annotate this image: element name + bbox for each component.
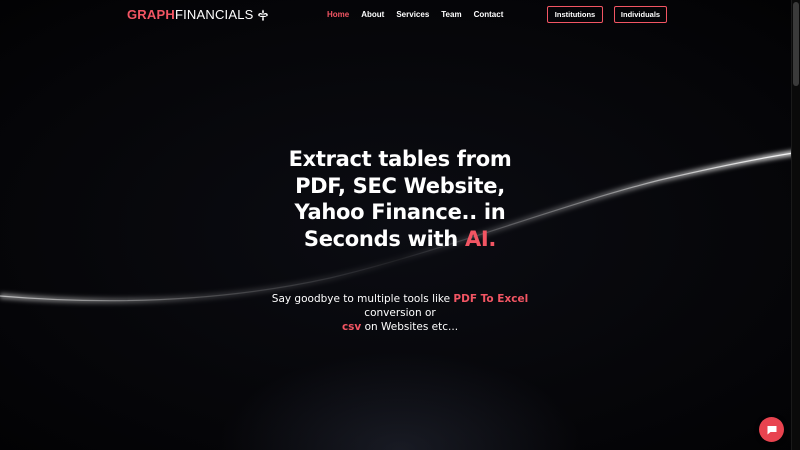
brand-logo[interactable]: GRAPH FINANCIALS: [127, 7, 269, 23]
nav-link-team[interactable]: Team: [441, 10, 461, 20]
hero-subtitle-suffix: on Websites etc...: [361, 321, 459, 333]
individuals-button[interactable]: Individuals: [614, 6, 667, 23]
hero-title-accent: AI.: [464, 226, 497, 251]
main-nav: Home About Services Team Contact: [327, 10, 503, 20]
hero-subtitle-middle: conversion or: [364, 307, 436, 319]
hero-title-line3: Yahoo Finance.. in: [294, 200, 506, 224]
chat-widget-button[interactable]: [759, 417, 784, 442]
fleur-de-lis-icon: [257, 9, 268, 21]
brand-logo-part2: FINANCIALS: [174, 7, 254, 22]
hero-title: Extract tables from PDF, SEC Website, Ya…: [250, 146, 550, 252]
nav-link-home[interactable]: Home: [327, 10, 349, 20]
institutions-button[interactable]: Institutions: [547, 6, 603, 23]
nav-link-about[interactable]: About: [361, 10, 384, 20]
hero-subtitle-highlight-csv: csv: [341, 321, 362, 333]
nav-link-services[interactable]: Services: [396, 10, 429, 20]
chat-bubble-icon: [767, 425, 776, 434]
scrollbar-thumb[interactable]: [793, 2, 799, 86]
hero-subtitle-highlight-pdf-to-excel: PDF To Excel: [453, 293, 529, 305]
hero-title-line1: Extract tables from: [288, 147, 512, 171]
hero-subtitle: Say goodbye to multiple tools like PDF T…: [250, 292, 550, 334]
hero-subtitle-prefix: Say goodbye to multiple tools like: [271, 293, 454, 305]
nav-link-contact[interactable]: Contact: [474, 10, 504, 20]
hero-title-line4: Seconds with: [303, 226, 465, 251]
hero-title-line2: PDF, SEC Website,: [295, 173, 505, 198]
landing-page: GRAPH FINANCIALS Home About Services Team…: [0, 0, 800, 450]
brand-logo-part1: GRAPH: [127, 7, 175, 22]
top-navbar: GRAPH FINANCIALS Home About Services Team…: [0, 0, 792, 30]
page-scrollbar[interactable]: [791, 0, 800, 450]
